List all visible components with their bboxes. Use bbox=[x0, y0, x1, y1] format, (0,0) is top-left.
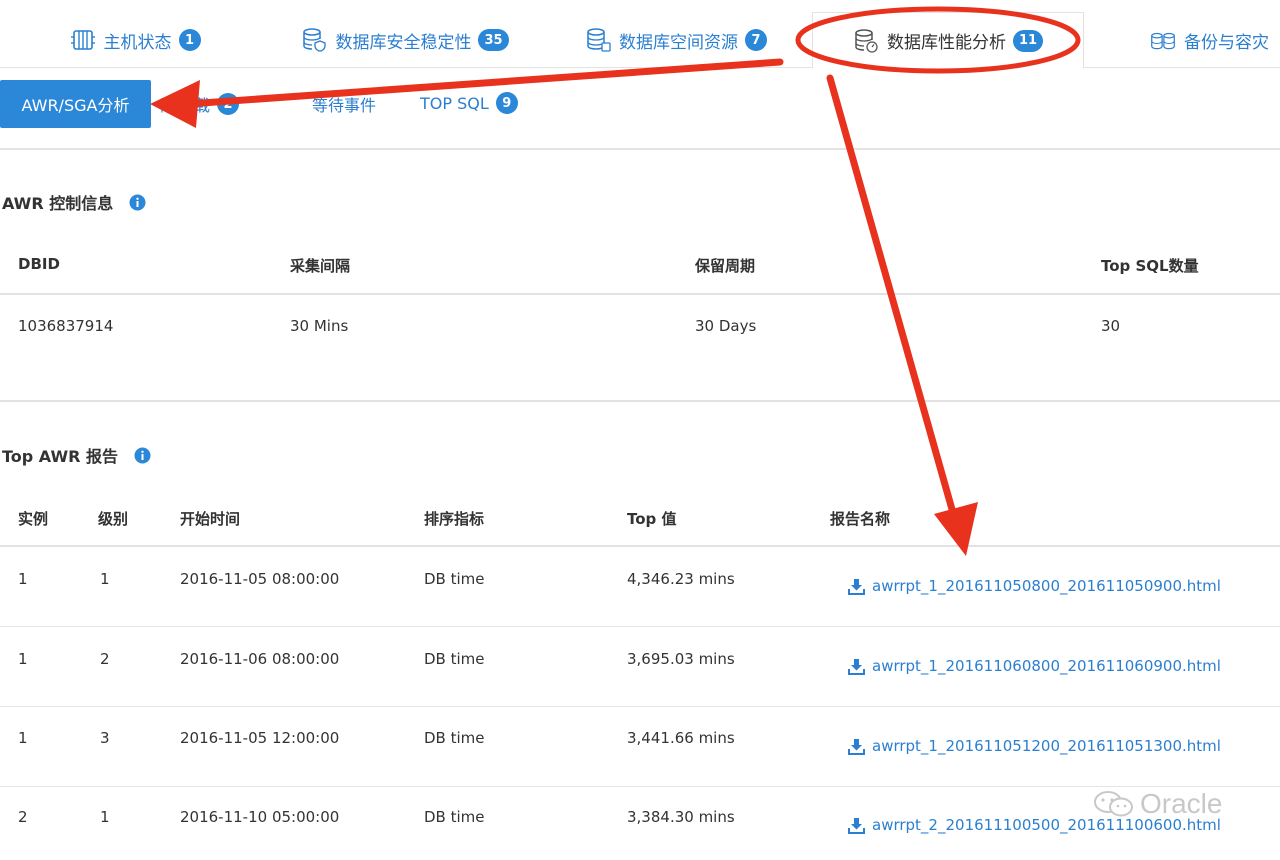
cell-top-value: 4,346.23 mins bbox=[627, 570, 735, 588]
subtab-label: 负载 bbox=[178, 96, 211, 115]
col-header-top-value: Top 值 bbox=[627, 510, 677, 528]
server-icon bbox=[70, 27, 96, 53]
cell-level: 3 bbox=[100, 729, 110, 747]
subtab-label-prefix: 阳 bbox=[160, 96, 177, 115]
cell-top-value: 3,384.30 mins bbox=[627, 808, 735, 826]
watermark-text: Oracle bbox=[1140, 788, 1223, 819]
chat-bubble-icon bbox=[1092, 788, 1136, 820]
top-tab-bar: 主机状态 1 数据库安全稳定性 35 数据库空间资源 7 数据库性能分析 11 … bbox=[0, 0, 1280, 69]
tab-label: 数据库安全稳定性 bbox=[335, 32, 472, 53]
col-header-start-time: 开始时间 bbox=[180, 510, 241, 528]
cell-top-value: 3,695.03 mins bbox=[627, 650, 735, 668]
col-header-level: 级别 bbox=[98, 510, 129, 528]
cell-dbid: 1036837914 bbox=[18, 317, 114, 335]
table-divider bbox=[0, 293, 1280, 295]
cell-interval: 30 Mins bbox=[290, 317, 349, 335]
cell-instance: 1 bbox=[18, 729, 28, 747]
row-divider bbox=[0, 626, 1280, 627]
section-divider bbox=[0, 400, 1280, 402]
col-header-report-name: 报告名称 bbox=[830, 510, 891, 528]
count-badge: 9 bbox=[495, 92, 518, 114]
download-icon bbox=[848, 738, 865, 755]
watermark: Oracle bbox=[1092, 788, 1222, 820]
cell-retention: 30 Days bbox=[695, 317, 757, 335]
cell-level: 2 bbox=[100, 650, 110, 668]
cell-start-time: 2016-11-05 08:00:00 bbox=[180, 570, 340, 588]
report-name: awrrpt_1_201611051200_201611051300.html bbox=[872, 737, 1221, 755]
cell-level: 1 bbox=[100, 808, 110, 826]
sub-tab-bar: AWR/SGA分析 阳 负载 2 等待事件 TOP SQL 9 bbox=[0, 68, 1280, 150]
info-icon[interactable] bbox=[134, 447, 151, 464]
tab-backup-dr[interactable]: 备份与容灾 bbox=[1150, 12, 1280, 68]
tab-label: 数据库性能分析 bbox=[886, 33, 1006, 53]
database-storage-icon bbox=[585, 27, 611, 53]
report-download-link[interactable]: awrrpt_1_201611060800_201611060900.html bbox=[848, 657, 1221, 675]
report-name: awrrpt_1_201611050800_201611050900.html bbox=[872, 577, 1221, 595]
tab-label: 备份与容灾 bbox=[1184, 32, 1269, 53]
cell-sort-metric: DB time bbox=[424, 570, 485, 588]
cell-topsql-count: 30 bbox=[1101, 317, 1121, 335]
tab-host-status[interactable]: 主机状态 1 bbox=[60, 12, 210, 68]
tab-label: 数据库空间资源 bbox=[619, 32, 738, 53]
cell-sort-metric: DB time bbox=[424, 729, 485, 747]
cell-sort-metric: DB time bbox=[424, 650, 485, 668]
info-icon[interactable] bbox=[129, 194, 146, 211]
row-divider bbox=[0, 706, 1280, 707]
tab-db-performance[interactable]: 数据库性能分析 11 bbox=[812, 12, 1084, 69]
top-awr-title: Top AWR 报告 bbox=[2, 443, 151, 467]
cell-instance: 1 bbox=[18, 570, 28, 588]
cell-start-time: 2016-11-05 12:00:00 bbox=[180, 729, 340, 747]
cell-instance: 2 bbox=[18, 808, 28, 826]
col-header-retention: 保留周期 bbox=[695, 257, 756, 275]
tab-db-space[interactable]: 数据库空间资源 7 bbox=[576, 12, 776, 68]
row-divider bbox=[0, 786, 1280, 787]
awr-control-title: AWR 控制信息 bbox=[2, 190, 146, 214]
count-badge: 11 bbox=[1012, 29, 1044, 52]
col-header-dbid: DBID bbox=[18, 255, 60, 273]
cell-sort-metric: DB time bbox=[424, 808, 485, 826]
cell-start-time: 2016-11-10 05:00:00 bbox=[180, 808, 340, 826]
col-header-topsql-count: Top SQL数量 bbox=[1101, 257, 1199, 275]
count-badge: 1 bbox=[178, 29, 201, 51]
cell-top-value: 3,441.66 mins bbox=[627, 729, 735, 747]
section-title-text: AWR 控制信息 bbox=[2, 194, 114, 213]
download-icon bbox=[848, 658, 865, 675]
subtab-label: TOP SQL bbox=[420, 93, 489, 113]
tab-label: 主机状态 bbox=[103, 32, 172, 53]
report-download-link[interactable]: awrrpt_1_201611051200_201611051300.html bbox=[848, 737, 1221, 755]
col-header-sort-metric: 排序指标 bbox=[424, 510, 485, 528]
subtab-load[interactable]: 阳 负载 2 bbox=[160, 92, 240, 116]
cell-level: 1 bbox=[100, 570, 110, 588]
col-header-interval: 采集间隔 bbox=[290, 257, 351, 275]
count-badge: 7 bbox=[745, 29, 767, 51]
subtab-top-sql[interactable]: TOP SQL 9 bbox=[420, 92, 518, 114]
cell-instance: 1 bbox=[18, 650, 28, 668]
subtab-awr-sga[interactable]: AWR/SGA分析 bbox=[0, 80, 151, 128]
download-icon bbox=[848, 578, 865, 595]
database-shield-icon bbox=[301, 27, 327, 53]
download-icon bbox=[848, 817, 865, 834]
database-performance-icon bbox=[853, 28, 879, 54]
report-download-link[interactable]: awrrpt_1_201611050800_201611050900.html bbox=[848, 577, 1221, 595]
section-title-text: Top AWR 报告 bbox=[2, 447, 119, 466]
database-backup-icon bbox=[1150, 27, 1176, 53]
subtab-wait-events[interactable]: 等待事件 bbox=[312, 92, 376, 116]
report-name: awrrpt_1_201611060800_201611060900.html bbox=[872, 657, 1221, 675]
count-badge: 2 bbox=[217, 93, 240, 115]
cell-start-time: 2016-11-06 08:00:00 bbox=[180, 650, 340, 668]
subtab-label: 等待事件 bbox=[312, 96, 377, 115]
count-badge: 35 bbox=[478, 29, 509, 51]
tab-db-security[interactable]: 数据库安全稳定性 35 bbox=[290, 12, 520, 68]
table-divider bbox=[0, 545, 1280, 547]
annotation-arrowhead-down bbox=[934, 502, 978, 556]
col-header-instance: 实例 bbox=[18, 510, 49, 528]
